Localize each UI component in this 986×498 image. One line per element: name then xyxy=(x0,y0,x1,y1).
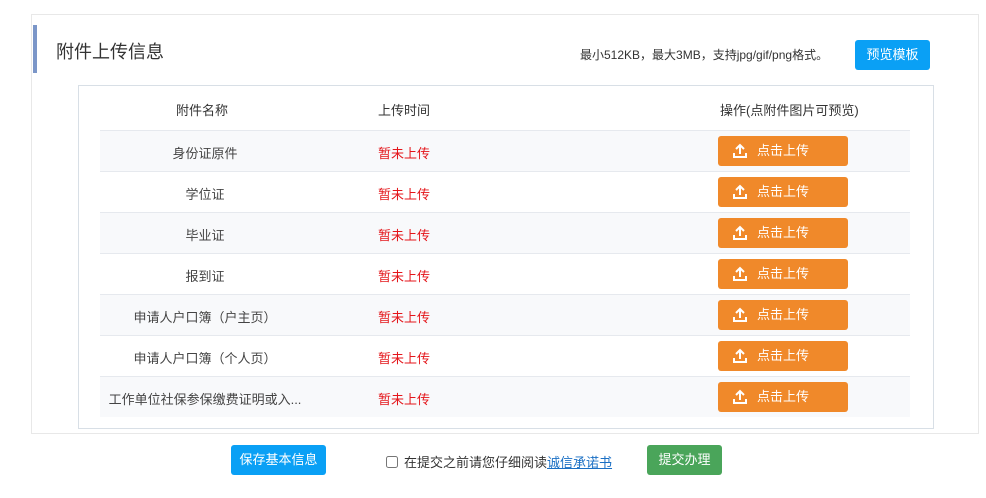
upload-button[interactable]: 点击上传 xyxy=(718,218,848,248)
attachment-name: 毕业证 xyxy=(185,228,225,243)
agreement-text: 在提交之前请您仔细阅读 xyxy=(404,455,548,470)
file-size-hint: 最小512KB，最大3MB，支持jpg/gif/png格式。 xyxy=(580,48,829,62)
table-row: 学位证 暂未上传 点击上传 xyxy=(100,171,910,212)
upload-button[interactable]: 点击上传 xyxy=(718,382,848,412)
upload-icon xyxy=(733,184,747,199)
upload-button[interactable]: 点击上传 xyxy=(718,341,848,371)
upload-label: 点击上传 xyxy=(757,348,810,363)
agreement-checkbox-label[interactable]: 在提交之前请您仔细阅读 诚信承诺书 xyxy=(386,452,612,471)
upload-status: 暂未上传 xyxy=(378,351,431,366)
upload-status: 暂未上传 xyxy=(378,228,431,243)
section-title: 附件上传信息 xyxy=(56,42,164,62)
title-accent-bar xyxy=(33,25,37,73)
upload-status: 暂未上传 xyxy=(378,146,431,161)
save-basic-info-button[interactable]: 保存基本信息 xyxy=(231,445,326,475)
upload-label: 点击上传 xyxy=(757,143,810,158)
upload-icon xyxy=(733,143,747,158)
table-row: 毕业证 暂未上传 点击上传 xyxy=(100,212,910,253)
upload-label: 点击上传 xyxy=(757,225,810,240)
table-row: 报到证 暂未上传 点击上传 xyxy=(100,253,910,294)
upload-status: 暂未上传 xyxy=(378,310,431,325)
upload-status: 暂未上传 xyxy=(378,269,431,284)
table-row: 身份证原件 暂未上传 点击上传 xyxy=(100,130,910,171)
attachment-name: 身份证原件 xyxy=(172,146,238,161)
preview-template-button[interactable]: 预览模板 xyxy=(855,40,930,70)
agreement-checkbox[interactable] xyxy=(386,455,398,468)
integrity-pledge-link[interactable]: 诚信承诺书 xyxy=(547,452,612,471)
upload-icon xyxy=(733,225,747,240)
upload-label: 点击上传 xyxy=(757,307,810,322)
attachment-name: 工作单位社保参保缴费证明或入... xyxy=(108,392,302,407)
upload-status: 暂未上传 xyxy=(378,392,431,407)
header-actions: 操作(点附件图片可预览) xyxy=(720,103,859,118)
upload-icon xyxy=(733,389,747,404)
upload-button[interactable]: 点击上传 xyxy=(718,136,848,166)
submit-button[interactable]: 提交办理 xyxy=(647,445,722,475)
upload-button[interactable]: 点击上传 xyxy=(718,259,848,289)
upload-icon xyxy=(733,307,747,322)
upload-button[interactable]: 点击上传 xyxy=(718,300,848,330)
upload-button[interactable]: 点击上传 xyxy=(718,177,848,207)
attachment-name: 学位证 xyxy=(185,187,225,202)
table-row: 申请人户口簿（户主页） 暂未上传 点击上传 xyxy=(100,294,910,335)
table-row: 申请人户口簿（个人页） 暂未上传 点击上传 xyxy=(100,335,910,376)
upload-label: 点击上传 xyxy=(757,266,810,281)
attachment-name: 报到证 xyxy=(185,269,225,284)
table-row: 工作单位社保参保缴费证明或入... 暂未上传 点击上传 xyxy=(100,376,910,417)
upload-icon xyxy=(733,266,747,281)
attachment-name: 申请人户口簿（个人页） xyxy=(133,351,277,366)
attachment-name: 申请人户口簿（户主页） xyxy=(133,310,277,325)
upload-label: 点击上传 xyxy=(757,389,810,404)
upload-status: 暂未上传 xyxy=(378,187,431,202)
header-upload-time: 上传时间 xyxy=(378,103,431,118)
upload-icon xyxy=(733,348,747,363)
header-attachment-name: 附件名称 xyxy=(176,103,229,118)
upload-label: 点击上传 xyxy=(757,184,810,199)
